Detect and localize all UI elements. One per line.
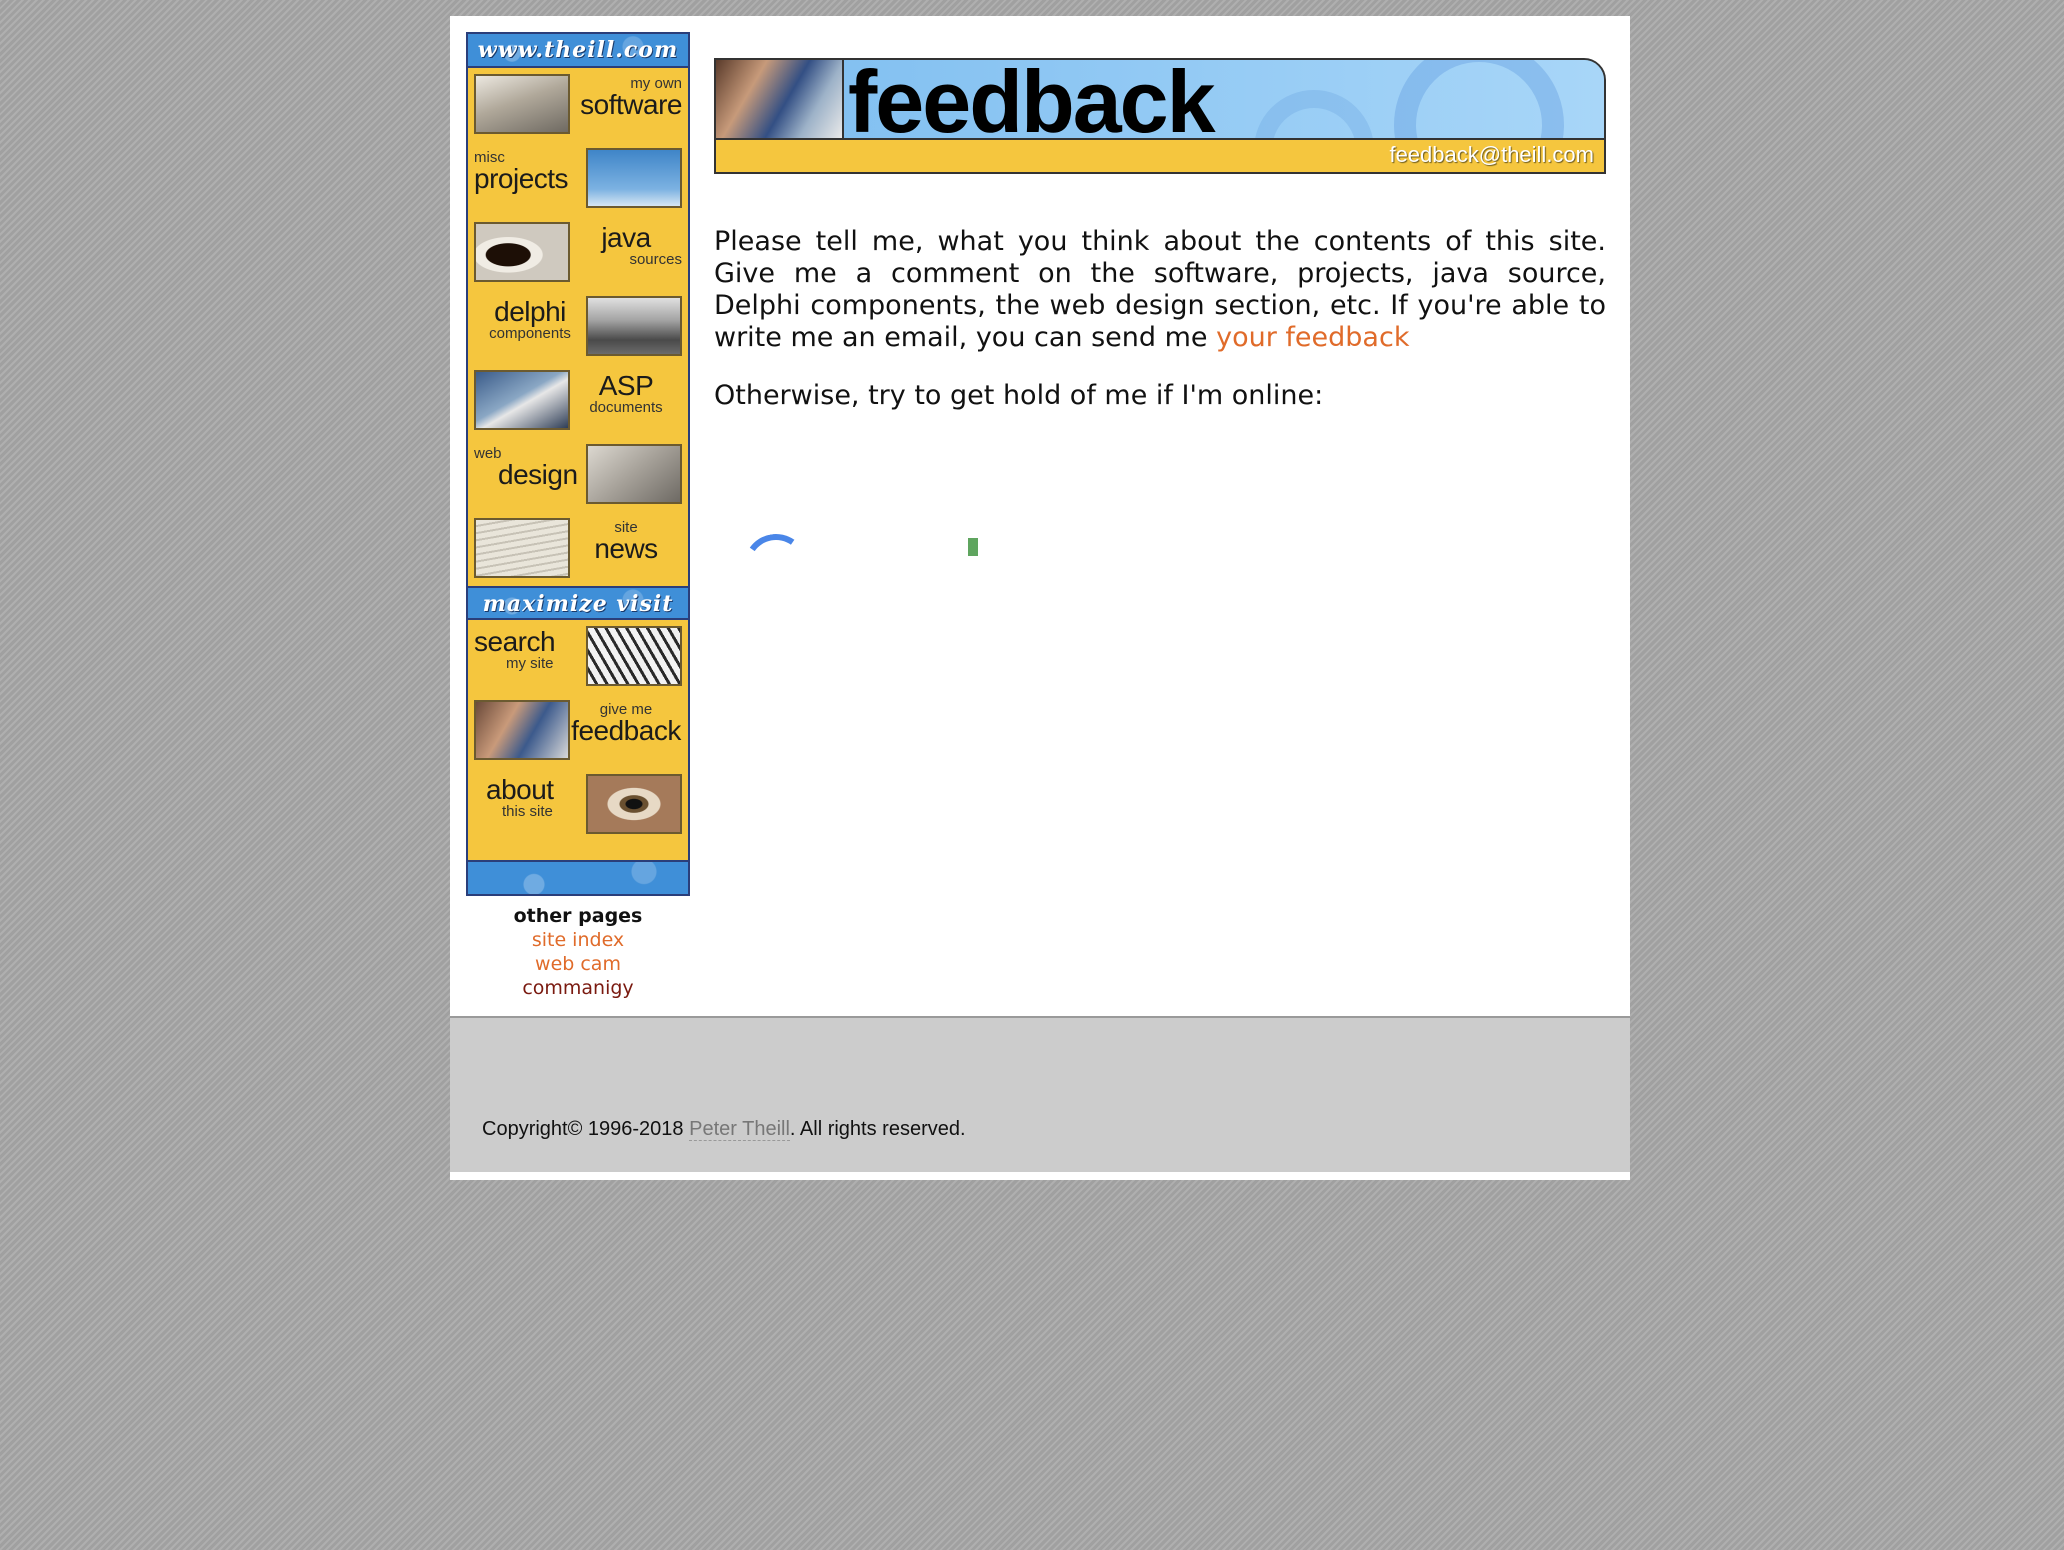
nav-label-big: about xyxy=(486,774,554,805)
nav-label-big: ASP xyxy=(598,370,654,401)
nav-item-java[interactable]: java sources xyxy=(468,216,688,290)
nav-label: misc projects xyxy=(474,150,586,193)
newspaper-icon xyxy=(474,518,570,578)
copyright: Copyright© 1996-2018 Peter Theill. All r… xyxy=(482,1118,966,1141)
nav-label-big: software xyxy=(580,89,682,120)
feedback-link[interactable]: your feedback xyxy=(1216,322,1409,353)
other-pages: other pages site index web cam commanigy xyxy=(466,904,690,1000)
nav-label: delphi components xyxy=(474,296,586,342)
main-area: www.theill.com my own software misc proj… xyxy=(450,16,1630,1016)
nav-label-small: my site xyxy=(506,655,554,672)
nav-label: site news xyxy=(570,520,682,563)
nav-item-about[interactable]: about this site xyxy=(468,768,688,842)
online-paragraph: Otherwise, try to get hold of me if I'm … xyxy=(714,380,1324,411)
loading-spinner-icon xyxy=(738,528,814,604)
nav-label-big: search xyxy=(474,626,556,657)
eye-icon xyxy=(586,774,682,834)
nav-label: my own software xyxy=(570,76,682,119)
nav-item-feedback[interactable]: give me feedback xyxy=(468,694,688,768)
nav-header-maximize: maximize visit xyxy=(468,586,688,620)
page: www.theill.com my own software misc proj… xyxy=(450,16,1630,1180)
author-link[interactable]: Peter Theill xyxy=(689,1118,790,1141)
online-status-indicator xyxy=(968,538,978,556)
bridge-icon xyxy=(586,626,682,686)
page-banner: feedback feedback@theill.com xyxy=(714,58,1606,174)
banner-email: feedback@theill.com xyxy=(1389,142,1594,167)
phone-icon xyxy=(716,60,844,138)
page-title: feedback xyxy=(848,58,1216,151)
nav-label-small: sources xyxy=(629,251,682,268)
nav-label: ASP documents xyxy=(570,370,682,416)
nav-item-software[interactable]: my own software xyxy=(468,68,688,142)
nav-label: about this site xyxy=(474,774,586,820)
nav-item-asp[interactable]: ASP documents xyxy=(468,364,688,438)
phone-icon xyxy=(474,700,570,760)
nav-label-big: java xyxy=(601,222,651,253)
link-web-cam[interactable]: web cam xyxy=(466,952,690,976)
main-content: Please tell me, what you think about the… xyxy=(714,226,1606,438)
nav-label-small: documents xyxy=(589,399,663,416)
nav-header-site[interactable]: www.theill.com xyxy=(468,34,688,68)
sidebar-nav: www.theill.com my own software misc proj… xyxy=(466,32,690,896)
stones-icon xyxy=(586,296,682,356)
turbines-icon xyxy=(586,148,682,208)
nav-label-big: feedback xyxy=(571,715,681,746)
link-commanigy[interactable]: commanigy xyxy=(466,976,690,1000)
nav-label-small: this site xyxy=(502,803,553,820)
copyright-suffix: . All rights reserved. xyxy=(789,1118,966,1140)
nav-item-webdesign[interactable]: web design xyxy=(468,438,688,512)
nav-item-delphi[interactable]: delphi components xyxy=(468,290,688,364)
nav-label-big: delphi xyxy=(494,296,566,327)
footer: Copyright© 1996-2018 Peter Theill. All r… xyxy=(450,1016,1630,1172)
nav-label: give me feedback xyxy=(570,702,682,745)
copyright-prefix: Copyright© 1996-2018 xyxy=(482,1118,684,1140)
software-icon xyxy=(474,74,570,134)
coffee-icon xyxy=(474,222,570,282)
nav-label-big: news xyxy=(594,533,658,564)
nav-label: java sources xyxy=(570,222,682,268)
nav-item-search[interactable]: search my site xyxy=(468,620,688,694)
nav-item-projects[interactable]: misc projects xyxy=(468,142,688,216)
nav-label-big: design xyxy=(498,459,578,490)
nav-footer-decoration xyxy=(468,860,688,894)
intro-text: Please tell me, what you think about the… xyxy=(714,226,1606,353)
statue-icon xyxy=(586,444,682,504)
bird-icon xyxy=(474,370,570,430)
link-site-index[interactable]: site index xyxy=(466,928,690,952)
nav-label-small: components xyxy=(489,325,571,342)
other-pages-heading: other pages xyxy=(513,905,643,927)
intro-paragraph: Please tell me, what you think about the… xyxy=(714,226,1606,354)
nav-label-big: projects xyxy=(474,163,569,194)
nav-label: search my site xyxy=(474,626,586,672)
nav-label: web design xyxy=(474,446,586,489)
nav-item-news[interactable]: site news xyxy=(468,512,688,586)
